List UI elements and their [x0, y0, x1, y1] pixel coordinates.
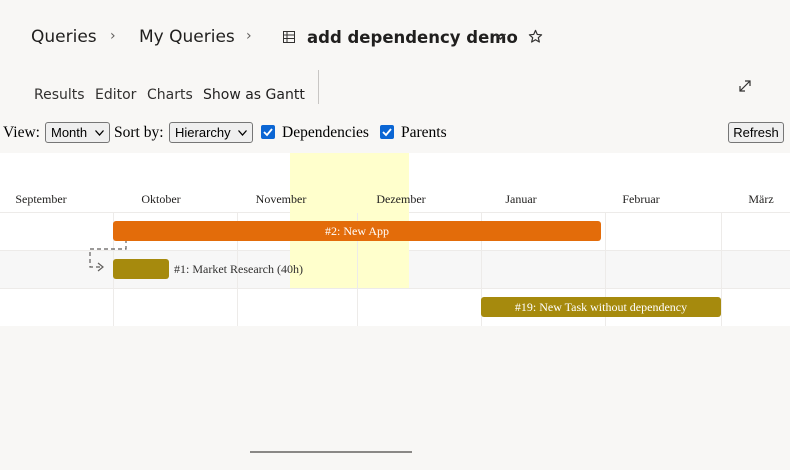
tab-results[interactable]: Results: [34, 87, 85, 103]
breadcrumb-my-queries[interactable]: My Queries: [139, 27, 235, 47]
star-icon[interactable]: [528, 29, 543, 44]
month-label: Februar: [622, 192, 660, 206]
refresh-button[interactable]: Refresh: [728, 122, 784, 143]
checkmark-icon: [382, 128, 392, 137]
checkmark-icon: [263, 128, 273, 137]
tab-editor[interactable]: Editor: [95, 87, 136, 103]
sort-label: Sort by:: [114, 124, 164, 141]
month-label: September: [15, 192, 67, 206]
breadcrumb-queries[interactable]: Queries: [31, 27, 97, 47]
chevron-down-icon: [95, 130, 104, 136]
chevron-down-icon: [238, 130, 247, 136]
view-label: View:: [3, 124, 40, 141]
dependencies-label[interactable]: Dependencies: [282, 124, 369, 142]
grid-table-icon: [283, 31, 295, 43]
breadcrumb-separator: ›: [246, 28, 252, 44]
task-bar-label: #2: New App: [325, 224, 389, 238]
dependencies-checkbox[interactable]: [261, 125, 275, 139]
parents-label[interactable]: Parents: [401, 124, 447, 142]
view-select[interactable]: Month: [45, 122, 110, 143]
parents-checkbox[interactable]: [380, 125, 394, 139]
sort-select[interactable]: Hierarchy: [169, 122, 253, 143]
gantt-controls: View: Month Sort by: Hierarchy Dependenc…: [0, 120, 790, 146]
task-bar-label: #1: Market Research (40h): [174, 262, 303, 276]
sort-select-value: Hierarchy: [175, 125, 231, 140]
month-label: März: [748, 192, 774, 206]
tab-show-as-gantt[interactable]: Show as Gantt: [203, 87, 305, 103]
expand-diagonal-icon[interactable]: [738, 79, 752, 93]
task-bar-new-app[interactable]: #2: New App: [113, 221, 601, 241]
month-label: November: [255, 192, 307, 206]
toolbar-divider: [318, 70, 319, 104]
month-gridline: [721, 213, 722, 326]
task-bar-new-task[interactable]: #19: New Task without dependency: [481, 297, 721, 317]
task-bar-label: #19: New Task without dependency: [514, 300, 688, 314]
breadcrumb: Queries › My Queries › add dependency de…: [0, 0, 790, 70]
breadcrumb-separator: ›: [110, 28, 116, 44]
task-bar-market-research[interactable]: [113, 259, 169, 279]
month-label: Oktober: [141, 192, 181, 206]
horizontal-scrollbar[interactable]: [250, 451, 412, 453]
month-label: Januar: [505, 192, 537, 206]
view-select-value: Month: [51, 125, 88, 140]
page-title: add dependency demo: [307, 28, 518, 47]
tab-charts[interactable]: Charts: [147, 87, 193, 103]
gantt-chart: September Oktober November Dezember Janu…: [0, 153, 790, 326]
chevron-down-icon[interactable]: [494, 32, 507, 41]
month-label: Dezember: [376, 192, 426, 206]
